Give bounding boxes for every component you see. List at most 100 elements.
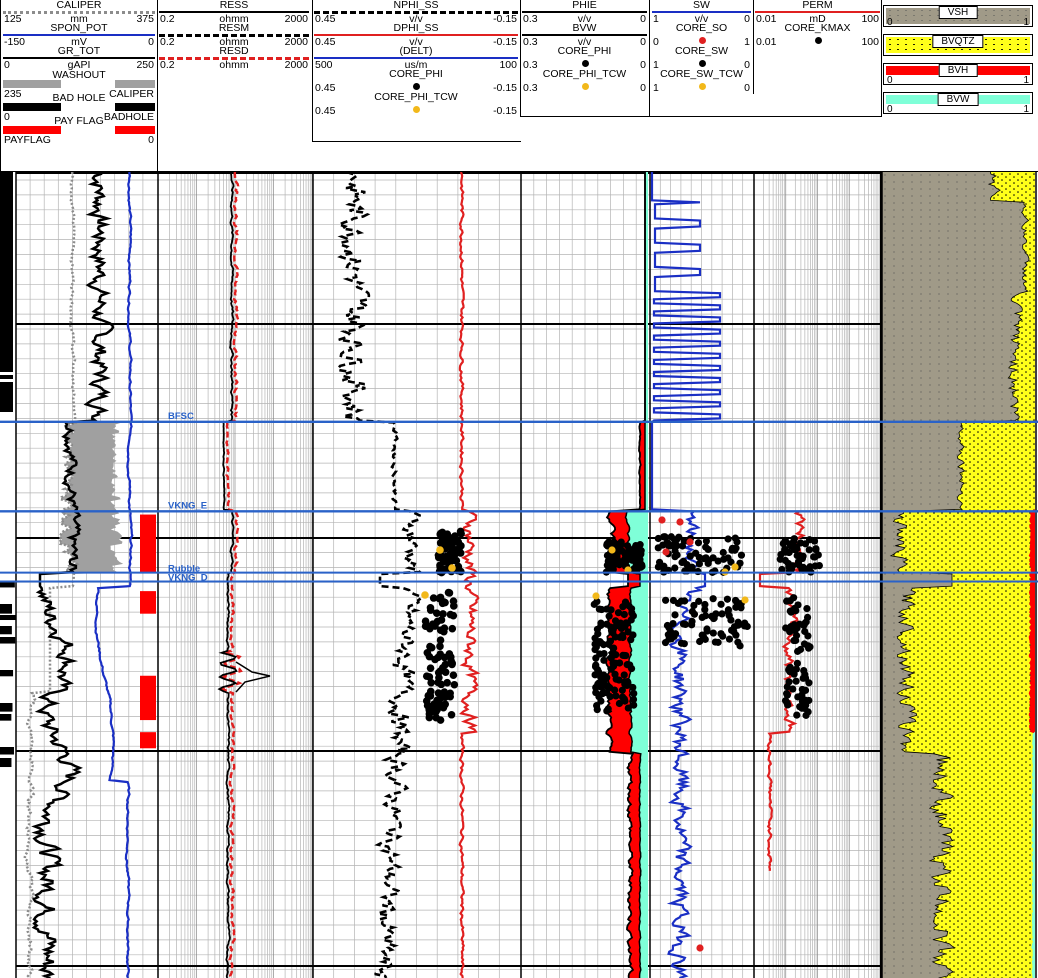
core-sw-point: [718, 610, 726, 618]
header-curve-spon-pot: SPON_POT -150 mV 0: [2, 22, 156, 48]
lith-legend-vsh: VSH 0 1: [883, 5, 1033, 28]
fill-swatch: [3, 80, 61, 88]
core-phi-point: [627, 616, 635, 624]
marker-dot-icon: [698, 37, 706, 44]
header-curve-core-so: CORE_SO 0 1: [651, 22, 752, 48]
core-sw-point: [724, 607, 732, 616]
core-sw-point: [719, 632, 727, 640]
curve-name: NPHI_SS: [393, 0, 439, 11]
core-phi-point: [596, 637, 604, 646]
core-kmax-point: [801, 704, 809, 713]
core-kmax-point: [785, 664, 794, 673]
header-curve-core-phi-tcw: CORE_PHI_TCW 0.3 0: [521, 69, 648, 94]
core-phi-point: [627, 605, 636, 613]
core-phi-point: [617, 624, 626, 633]
core-phi-point: [449, 546, 458, 555]
core-sw-point: [710, 614, 718, 623]
core-sw-point: [703, 627, 711, 635]
fill-swatch: [115, 126, 155, 134]
core-sw-point: [732, 631, 740, 639]
pay-flag-interval: [140, 675, 156, 721]
core-phi-tcw-point: [436, 546, 444, 554]
core-phi-point: [626, 661, 634, 669]
core-kmax-point: [798, 685, 806, 694]
bad-hole-interval: [0, 615, 16, 621]
curve-name: SPON_POT: [50, 22, 108, 34]
core-phi-point: [446, 539, 455, 548]
core-phi-point: [441, 660, 450, 669]
curve-name: CORE_SW: [674, 45, 729, 57]
core-kmax-point: [804, 632, 812, 640]
core-kmax-point: [801, 671, 809, 679]
header-curve-dphi-ss: DPHI_SS 0.45 v/v -0.15: [313, 23, 519, 48]
core-phi-point: [627, 636, 635, 644]
core-phi-point: [611, 539, 619, 548]
core-so-point: [686, 538, 694, 546]
core-phi-point: [434, 668, 443, 677]
core-sw-point: [671, 564, 679, 572]
lith-name: BVQTZ: [932, 35, 984, 48]
core-kmax-point: [796, 553, 804, 561]
core-sw-point: [670, 632, 678, 641]
header-curve-ress: RESS 0.2 ohmm 2000: [158, 0, 310, 25]
core-phi-point: [436, 716, 445, 724]
fill-swatch: [3, 103, 61, 111]
lith-name: BVW: [937, 93, 979, 106]
header-curve-core-sw-tcw: CORE_SW_TCW 1 0: [651, 69, 752, 94]
core-phi-point: [427, 678, 435, 687]
header-curve-phie: PHIE 0.3 v/v 0: [521, 0, 648, 25]
core-kmax-point: [794, 647, 802, 655]
core-sw-point: [736, 642, 744, 650]
core-phi-point: [425, 652, 434, 661]
core-kmax-point: [786, 597, 794, 605]
scale-right: 2000: [284, 59, 308, 71]
core-sw-tcw-point: [731, 563, 739, 571]
header-curve-bvw: BVW 0.3 v/v 0: [521, 22, 648, 48]
curve-name: RESS: [219, 0, 249, 11]
curve-name: BVW: [572, 22, 597, 34]
scale-left: 0.01: [756, 36, 777, 48]
core-sw-point: [688, 617, 696, 625]
header-curve-resm: RESM 0.2 ohmm 2000: [158, 23, 310, 48]
core-kmax-point: [790, 636, 798, 645]
core-sw-point: [655, 558, 664, 566]
core-phi-point: [605, 612, 613, 620]
header-curve-core-kmax: CORE_KMAX 0.01 100: [754, 23, 881, 48]
header-curve-resd: RESD 0.2 ohmm 2000: [158, 46, 310, 71]
core-phi-point: [449, 597, 458, 605]
header-divider: [157, 0, 158, 172]
marker-dot-icon: [814, 37, 822, 44]
core-phi-point: [592, 661, 600, 669]
bad-hole-interval: [0, 747, 14, 755]
formation-top-label: BFSC: [168, 411, 194, 422]
core-phi-point: [441, 668, 450, 677]
core-phi-point: [446, 689, 454, 698]
core-phi-point: [441, 700, 450, 709]
lith-legend-bvqtz: BVQTZ: [883, 34, 1033, 56]
header-box-rule: [312, 141, 521, 142]
fill-swatch: [115, 103, 155, 111]
core-kmax-point: [783, 691, 791, 699]
curve-name: CORE_SO: [675, 22, 728, 34]
core-phi-point: [444, 588, 453, 597]
core-kmax-point: [810, 537, 819, 545]
core-phi-point: [436, 636, 445, 645]
core-phi-point: [611, 557, 619, 565]
core-sw-point: [671, 547, 679, 555]
header-curve-nphi-ss: NPHI_SS 0.45 v/v -0.15: [313, 0, 519, 25]
core-so-point: [696, 944, 704, 952]
log-plot: BFSCVKNG_ERubbleVKNG_D: [0, 172, 1038, 978]
marker-dot-icon: [698, 60, 706, 67]
scale-right: 100: [861, 36, 879, 48]
core-phi-point: [426, 603, 435, 612]
core-sw-point: [724, 535, 732, 543]
core-sw-point: [696, 637, 704, 646]
core-phi-point: [592, 654, 600, 662]
bad-hole-interval: [0, 758, 12, 768]
core-phi-point: [436, 626, 445, 635]
core-phi-point: [603, 605, 611, 613]
core-sw-point: [667, 533, 675, 541]
core-phi-tcw-point: [592, 592, 600, 600]
header-curve-core-phi: CORE_PHI 0.3 0: [521, 46, 648, 71]
core-kmax-point: [790, 604, 799, 613]
